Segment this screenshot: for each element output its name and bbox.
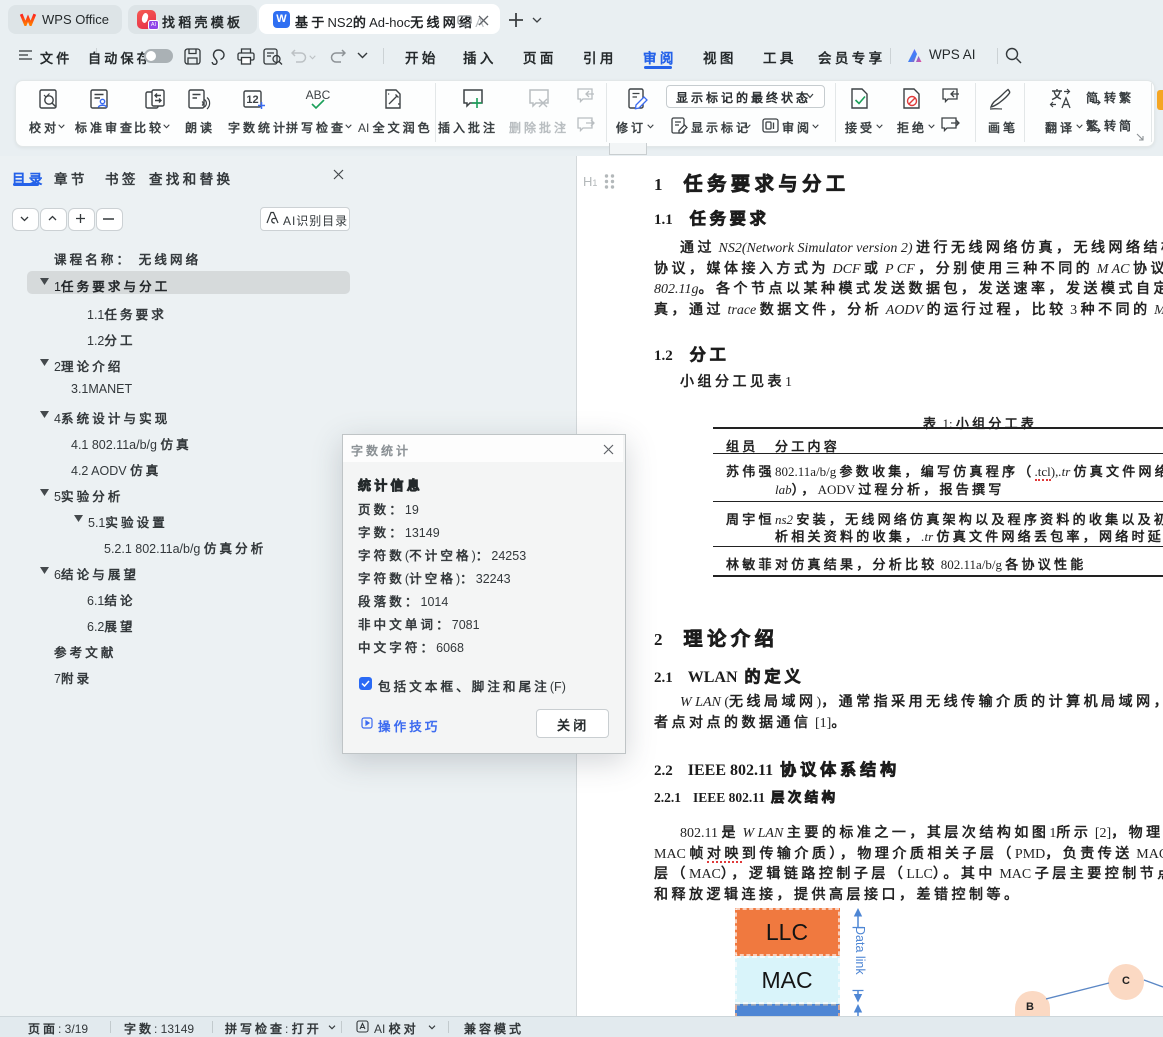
- svg-text:12: 12: [246, 94, 258, 106]
- svg-text:MAC: MAC: [761, 967, 812, 993]
- svg-text:LLC: LLC: [766, 919, 808, 945]
- svg-text:ABC: ABC: [306, 88, 331, 102]
